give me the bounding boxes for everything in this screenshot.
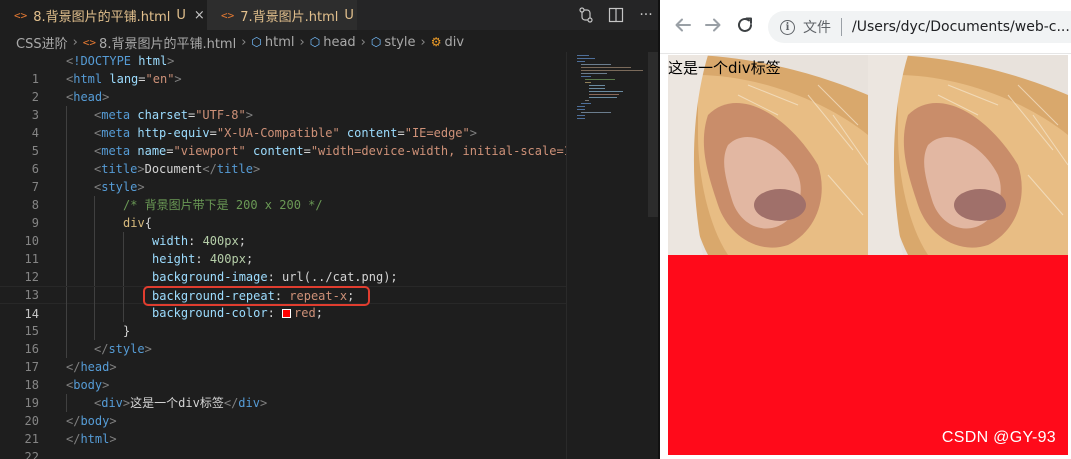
line-number: 22 — [24, 450, 39, 459]
watermark: CSDN @GY-93 — [941, 429, 1056, 446]
element-icon: ⬡ — [309, 35, 321, 49]
chevron-right-icon: › — [420, 34, 426, 50]
code-line: 10 div{ — [0, 214, 566, 248]
code-line: 8 <style> — [0, 178, 566, 212]
tab-8-background-tiling[interactable]: <> 8.背景图片的平铺.html U × — [0, 0, 207, 30]
tab-label: 7.背景图片.html — [240, 9, 339, 25]
close-tab-icon[interactable]: × — [194, 8, 205, 23]
code-line: 18 </head> — [0, 358, 566, 392]
vertical-scrollbar[interactable] — [648, 52, 658, 217]
code-area[interactable]: 1 <!DOCTYPE html> 2 <html lang="en"> 3 <… — [0, 52, 566, 459]
code-line: 19 <body> — [0, 376, 566, 410]
forward-arrow-icon[interactable] — [704, 16, 722, 39]
code-line: 7 <title>Document</title> — [0, 160, 566, 194]
code-line: 9 /* 背景图片带下是 200 x 200 */ — [0, 196, 566, 230]
untracked-badge: U — [344, 7, 354, 23]
div-text: 这是一个div标签 — [668, 59, 781, 77]
back-arrow-icon[interactable] — [674, 16, 692, 39]
cat-image-tile — [868, 55, 1068, 255]
chevron-right-icon: › — [72, 34, 78, 50]
tab-label: 8.背景图片的平铺.html — [33, 9, 171, 25]
code-line: 12 height: 400px; — [0, 250, 566, 284]
css-selector-icon: ⚙ — [430, 35, 442, 49]
page-viewport: 这是一个div标签 CSDN @GY-93 — [660, 55, 1071, 459]
editor-tab-bar: <> 8.背景图片的平铺.html U × <> 7.背景图片.html U ·… — [0, 0, 658, 30]
code-line: 16 } — [0, 322, 566, 356]
breadcrumb-style[interactable]: style — [384, 35, 415, 50]
omnibox-separator — [841, 18, 842, 36]
breadcrumb: CSS进阶 › <> 8.背景图片的平铺.html › ⬡ html › ⬡ h… — [0, 30, 658, 54]
split-editor-icon[interactable] — [608, 7, 624, 23]
file-scheme-label: 文件 — [803, 20, 831, 36]
code-line: 20 <div>这是一个div标签</div> — [0, 394, 566, 428]
html-file-icon: <> — [82, 35, 97, 49]
highlight-annotation-box — [143, 286, 370, 306]
chevron-right-icon: › — [360, 34, 366, 50]
html-file-icon: <> — [14, 8, 28, 22]
code-line: 4 <meta charset="UTF-8"> — [0, 106, 566, 140]
cat-image-tile — [668, 55, 868, 255]
breadcrumb-html[interactable]: html — [265, 35, 295, 50]
tab-7-background-image[interactable]: <> 7.背景图片.html U — [207, 0, 357, 30]
code-editor: <> 8.背景图片的平铺.html U × <> 7.背景图片.html U ·… — [0, 0, 658, 459]
reload-icon[interactable] — [736, 16, 754, 39]
chevron-right-icon: › — [241, 34, 247, 50]
browser-toolbar: i 文件 /Users/dyc/Documents/web-c... — [660, 0, 1071, 54]
url-text[interactable]: /Users/dyc/Documents/web-c... — [852, 19, 1070, 35]
code-line: 15 background-color: red; — [0, 304, 566, 338]
browser-window: i 文件 /Users/dyc/Documents/web-c... 这是一个d… — [660, 0, 1071, 459]
code-line: 17 </style> — [0, 340, 566, 374]
code-line: 6 <meta name="viewport" content="width=d… — [0, 142, 566, 176]
open-changes-icon[interactable] — [578, 7, 594, 23]
code-line: 21 </body> — [0, 412, 566, 446]
info-icon[interactable]: i — [780, 19, 795, 35]
color-swatch[interactable] — [282, 309, 292, 318]
breadcrumb-folder[interactable]: CSS进阶 — [16, 33, 68, 52]
chevron-right-icon: › — [299, 34, 305, 50]
untracked-badge: U — [176, 7, 186, 23]
code-line: 3 <head> — [0, 88, 566, 122]
element-icon: ⬡ — [370, 35, 382, 49]
code-line: 2 <html lang="en"> — [0, 70, 566, 104]
code-line: 22 </html> — [0, 430, 566, 459]
breadcrumb-div[interactable]: div — [445, 35, 465, 50]
editor-actions: ··· — [578, 0, 654, 30]
breadcrumb-head[interactable]: head — [323, 35, 355, 50]
breadcrumb-file[interactable]: 8.背景图片的平铺.html — [99, 33, 236, 52]
more-actions-icon[interactable]: ··· — [638, 7, 654, 23]
element-icon: ⬡ — [251, 35, 262, 49]
html-file-icon: <> — [221, 8, 235, 22]
code-line: 11 width: 400px; — [0, 232, 566, 266]
minimap[interactable] — [566, 52, 658, 459]
code-line: 1 <!DOCTYPE html> — [0, 52, 566, 86]
demo-div: 这是一个div标签 CSDN @GY-93 — [668, 55, 1068, 455]
address-bar[interactable]: i 文件 /Users/dyc/Documents/web-c... — [768, 11, 1071, 43]
code-line: 5 <meta http-equiv="X-UA-Compatible" con… — [0, 124, 566, 158]
code-line: 13 background-image: url(../cat.png); — [0, 268, 566, 302]
